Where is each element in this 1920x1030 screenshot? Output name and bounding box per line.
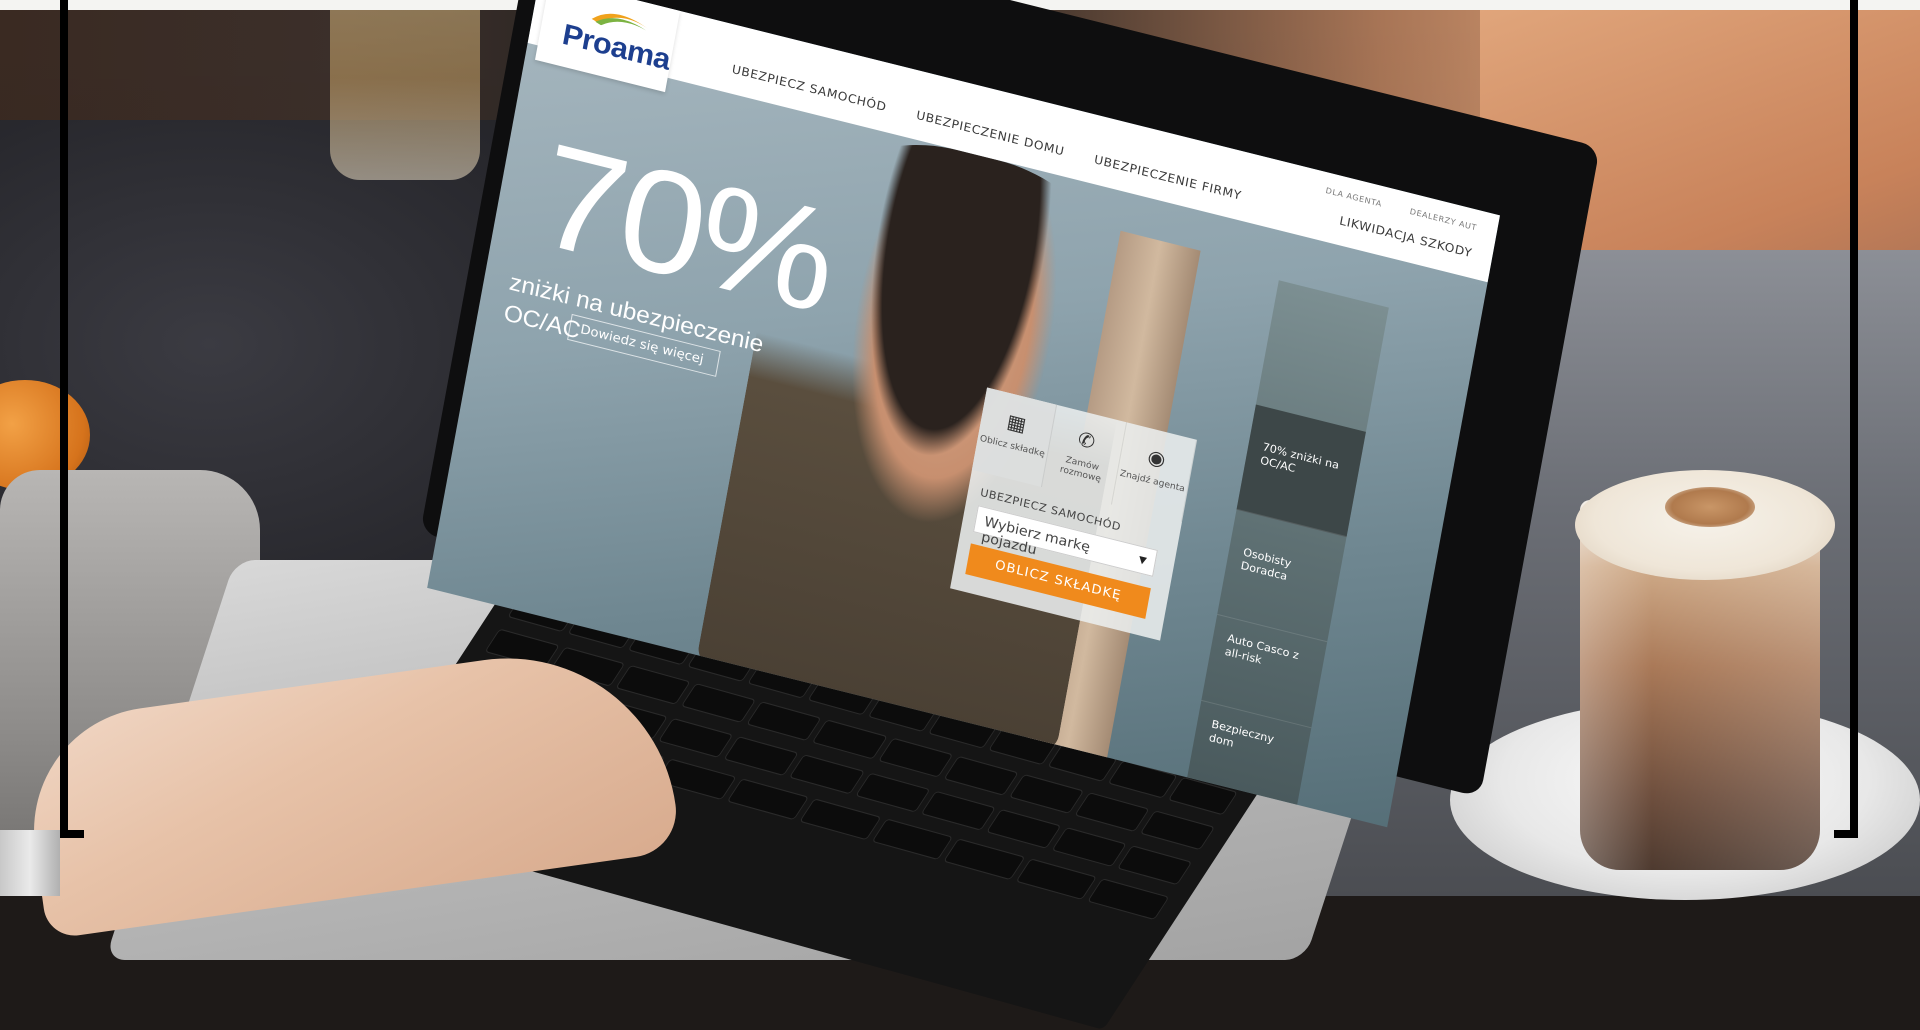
key	[789, 754, 865, 795]
wrist-watch	[0, 830, 60, 896]
key	[1051, 826, 1127, 867]
key	[854, 772, 931, 813]
agent-search-icon: ◉	[1145, 444, 1168, 472]
tab-label: Oblicz składkę	[978, 433, 1046, 460]
chevron-down-icon: ▼	[1137, 554, 1148, 567]
tab-znajdz-agenta[interactable]: ◉ Znajdź agenta	[1111, 422, 1198, 523]
key	[723, 736, 800, 777]
key	[746, 701, 823, 742]
frame-tick-left	[60, 830, 84, 838]
nav-dla-agenta[interactable]: DLA AGENTA	[1325, 186, 1383, 209]
key	[681, 683, 757, 724]
key	[1139, 810, 1216, 851]
key	[1087, 878, 1170, 921]
key	[658, 717, 734, 758]
calculator-icon: ▦	[1005, 409, 1029, 437]
frame-line-right	[1850, 0, 1858, 838]
key	[1015, 858, 1098, 901]
key	[871, 818, 954, 861]
key	[727, 778, 810, 821]
key	[1008, 773, 1085, 814]
right-rail: 70% zniżki na OC/AC Osobisty Doradca Aut…	[1185, 280, 1389, 815]
tab-label: Zamów rozmowę	[1059, 455, 1102, 485]
key	[877, 737, 954, 778]
cocoa-dust	[1665, 487, 1755, 527]
key	[799, 798, 882, 841]
key	[1116, 845, 1193, 886]
juice-glass	[330, 10, 480, 180]
key	[943, 838, 1026, 881]
proama-logo[interactable]: Proama	[535, 0, 680, 93]
key	[985, 808, 1062, 849]
tab-label: Znajdź agenta	[1119, 468, 1186, 495]
key	[943, 755, 1019, 796]
key	[615, 664, 691, 705]
nav-ubezpiecz-samochod[interactable]: UBEZPIECZ SAMOCHÓD	[731, 62, 888, 114]
nav-ubezpieczenie-firmy[interactable]: UBEZPIECZENIE FIRMY	[1093, 153, 1243, 203]
key	[812, 719, 888, 760]
key	[1074, 792, 1150, 833]
nav-dealerzy-aut[interactable]: DEALERZY AUT	[1409, 207, 1477, 232]
key	[920, 790, 996, 831]
frame-line-left	[60, 0, 68, 838]
phone-icon: ✆	[1076, 426, 1098, 454]
frame-tick-right	[1834, 830, 1858, 838]
